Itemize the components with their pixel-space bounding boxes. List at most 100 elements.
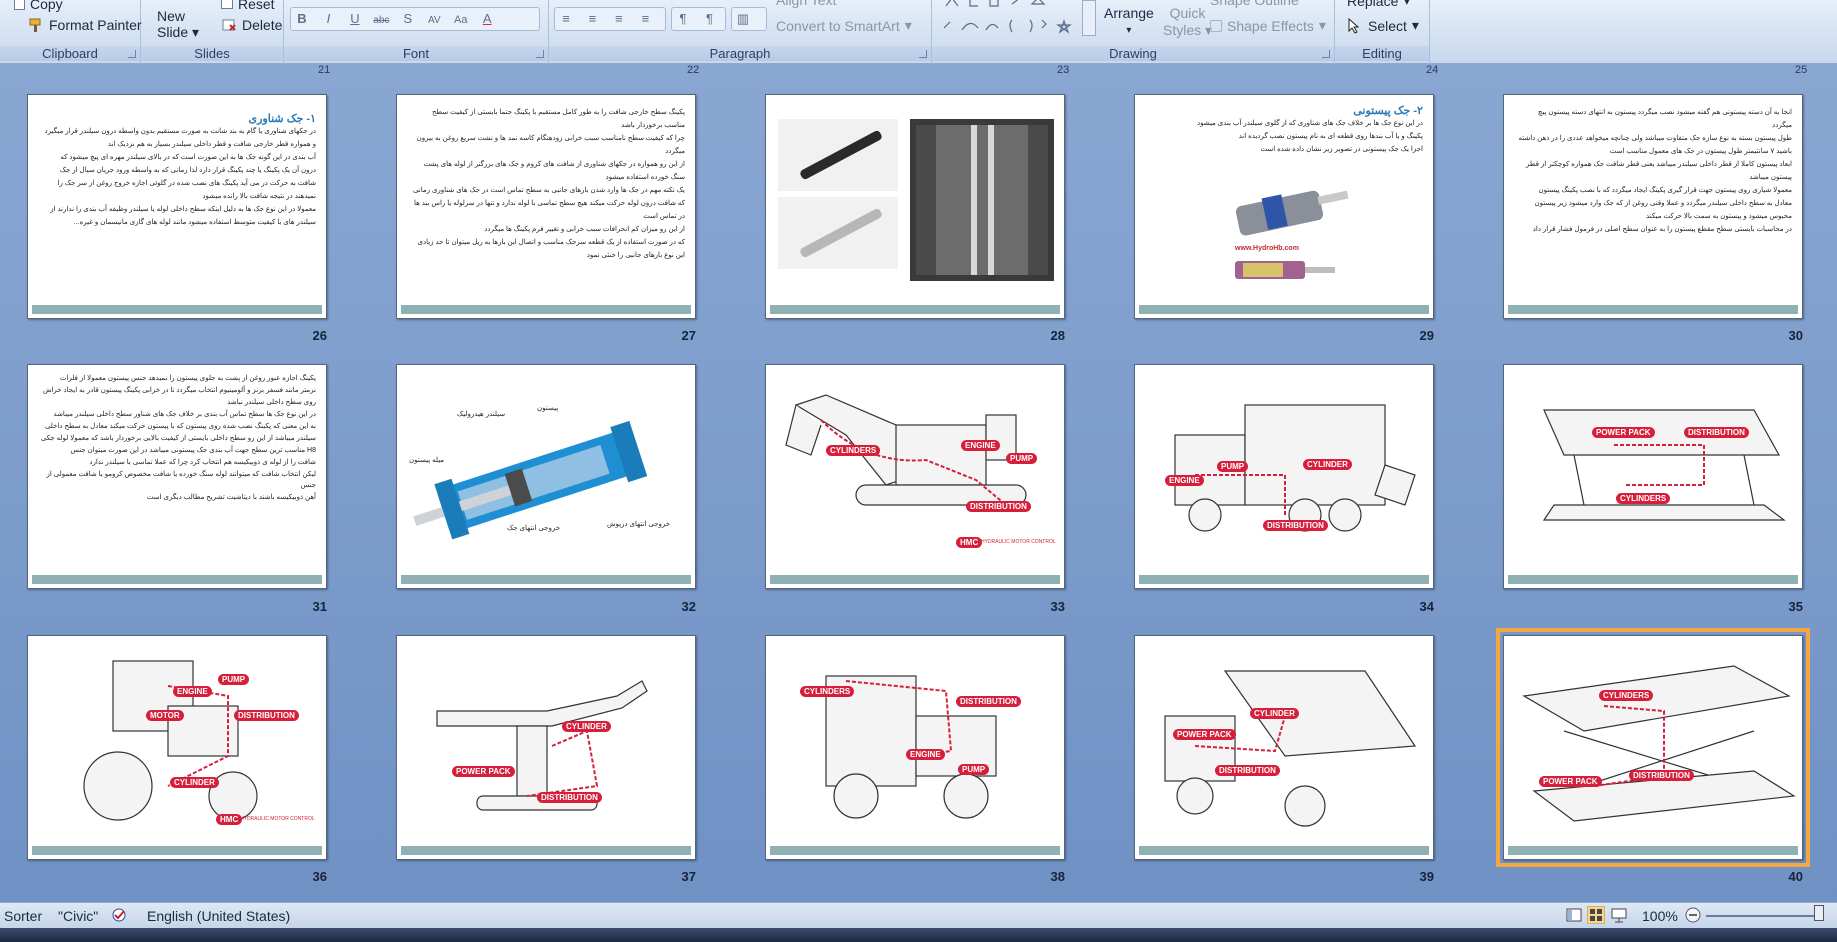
- shape-effects-label: Shape Effects: [1227, 17, 1314, 34]
- slides-group: New Slide ▾ Reset Delete Slides: [141, 0, 284, 64]
- align-center-icon[interactable]: ≡: [581, 8, 603, 30]
- slide-thumbnail[interactable]: CYLINDERS DISTRIBUTION ENGINE PUMP: [765, 635, 1065, 860]
- component-tag: CYLINDERS: [826, 445, 881, 456]
- spell-check-icon[interactable]: [110, 906, 128, 927]
- slide-thumbnail[interactable]: CYLINDERS ENGINE PUMP DISTRIBUTION HMC H…: [765, 364, 1065, 589]
- drawing-launcher-icon[interactable]: [1322, 50, 1330, 58]
- font-launcher-icon[interactable]: [536, 50, 544, 58]
- brush-icon: [28, 17, 44, 33]
- slide-number: 28: [1050, 328, 1065, 343]
- slide-footer-bar: [770, 846, 1060, 855]
- bold-button[interactable]: B: [291, 8, 313, 30]
- slide-number: 29: [1419, 328, 1434, 343]
- new-slide-label-2: Slide ▾: [157, 24, 200, 40]
- align-right-icon[interactable]: ≡: [608, 8, 630, 30]
- tractor-illustration: [83, 660, 258, 821]
- shapes-gallery-icon[interactable]: [942, 0, 1102, 40]
- clipboard-label: Clipboard: [0, 46, 140, 61]
- slide-number-prev: 22: [687, 64, 700, 76]
- component-tag: PUMP: [218, 674, 250, 685]
- slide-thumbnail[interactable]: پکینگ اجازه عبور روغن از پشت به جلوی پیس…: [27, 364, 327, 589]
- slide-thumbnail[interactable]: CYLINDER POWER PACK DISTRIBUTION: [396, 635, 696, 860]
- slide-text: پکینگ اجازه عبور روغن از پشت به جلوی پیس…: [36, 373, 316, 504]
- align-text-button[interactable]: Align Text: [776, 0, 836, 8]
- slide-sorter[interactable]: 21 22 23 24 25 ۱- جک شناوری در جکهای شنا…: [0, 64, 1837, 902]
- slide-line: از این رو میزان کم انحرافات سبب خرابی و …: [484, 226, 685, 233]
- format-painter-button[interactable]: Format Painter: [28, 17, 142, 33]
- new-slide-button[interactable]: New Slide ▾: [157, 8, 199, 40]
- quick-styles-button[interactable]: Quick Styles ▾: [1163, 5, 1212, 39]
- cylinder-diagram: [1235, 190, 1349, 279]
- paragraph-launcher-icon[interactable]: [919, 50, 927, 58]
- shadow-button[interactable]: S: [397, 8, 419, 30]
- convert-smartart-button[interactable]: Convert to SmartArt ▾: [776, 17, 912, 34]
- slide-thumbnail[interactable]: [765, 94, 1065, 319]
- slide-thumbnail[interactable]: ENGINE PUMP MOTOR DISTRIBUTION CYLINDER …: [27, 635, 327, 860]
- slide-thumbnail[interactable]: ۲- جک پیستونی در این نوع جک ها بر خلاف ج…: [1134, 94, 1434, 319]
- italic-button[interactable]: I: [317, 8, 339, 30]
- slide-thumbnail[interactable]: سیلندر هیدرولیک پیستون میله پیستون خروجی…: [396, 364, 696, 589]
- component-tag: CYLINDERS: [1599, 690, 1654, 701]
- ltr-icon[interactable]: ¶: [672, 8, 694, 30]
- change-case-button[interactable]: Aa: [450, 9, 472, 31]
- clipboard-launcher-icon[interactable]: [128, 50, 136, 58]
- strikethrough-button[interactable]: abc: [370, 10, 392, 32]
- slide-thumbnail[interactable]: پکینگ سطح خارجی شافت را به طور کامل مستق…: [396, 94, 696, 319]
- slide-line: در این نوع جک ها بر خلاف جک های شناوری ک…: [1196, 120, 1423, 127]
- slideshow-view-icon[interactable]: [1611, 907, 1627, 926]
- rtl-icon[interactable]: ¶: [698, 8, 720, 30]
- slide-text: انجا به آن دسته پیستونی هم گفته میشود نص…: [1512, 107, 1792, 237]
- zoom-out-icon[interactable]: [1684, 906, 1702, 927]
- slide-photos: [778, 119, 1054, 281]
- slide-line: این نوع بارهای جانبی را خنثی نمود: [586, 252, 685, 259]
- font-group: B I U abc S AV Aa A Font: [284, 0, 549, 64]
- slide-thumbnail[interactable]: POWER PACK DISTRIBUTION CYLINDERS: [1503, 364, 1803, 589]
- component-tag: DISTRIBUTION: [1629, 770, 1694, 781]
- slide-thumbnail[interactable]: انجا به آن دسته پیستونی هم گفته میشود نص…: [1503, 94, 1803, 319]
- quick-styles-label-2: Styles ▾: [1163, 22, 1213, 38]
- underline-button[interactable]: U: [344, 8, 366, 30]
- slide-sorter-view-icon[interactable]: [1586, 905, 1606, 927]
- font-color-button[interactable]: A: [476, 8, 498, 30]
- slide-line: سنگ خورده استفاده میشود: [605, 174, 685, 181]
- slide-line: که در صورت استفاده از یک قطعه سرجک مناسب…: [417, 239, 685, 246]
- slide-line: شافت به حرکت در می آید پکینگ های نصب شده…: [57, 180, 316, 187]
- reset-button[interactable]: Reset: [221, 0, 275, 12]
- ribbon: Copy Format Painter Clipboard New Slide …: [0, 0, 1837, 64]
- replace-label: Replace: [1347, 0, 1399, 9]
- shape-outline-button[interactable]: Shape Outline: [1210, 0, 1299, 8]
- char-spacing-button[interactable]: AV: [423, 10, 445, 32]
- delete-button[interactable]: Delete: [221, 17, 282, 33]
- arrange-button[interactable]: Arrange ▾: [1104, 5, 1154, 39]
- slide-thumbnail-selected[interactable]: CYLINDERS POWER PACK DISTRIBUTION: [1496, 628, 1810, 867]
- slide-line: و همواره قطر خارجی شافت و قطر داخلی سیلن…: [107, 141, 316, 148]
- slide-line: اجزا یک جک پیستونی در تصویر زیر نشان داد…: [1260, 146, 1424, 153]
- slide-footer-bar: [401, 575, 691, 584]
- slide-thumbnail[interactable]: CYLINDER POWER PACK DISTRIBUTION: [1134, 635, 1434, 860]
- slide-number-prev: 23: [1057, 64, 1070, 76]
- zoom-level[interactable]: 100%: [1642, 908, 1678, 924]
- columns-icon[interactable]: ▥: [732, 8, 754, 30]
- replace-button[interactable]: Replace ▾: [1347, 0, 1410, 9]
- slide-line: طول پیستون بسته به نوع سازه جک متفاوت می…: [1518, 135, 1792, 142]
- justify-icon[interactable]: ≡: [634, 8, 656, 30]
- align-left-icon[interactable]: ≡: [555, 8, 577, 30]
- slide-thumbnail[interactable]: ۱- جک شناوری در جکهای شناوری یا گام به ب…: [27, 94, 327, 319]
- language[interactable]: English (United States): [147, 908, 290, 924]
- copy-button[interactable]: Copy: [14, 0, 63, 12]
- normal-view-icon[interactable]: [1566, 907, 1582, 926]
- shapes-scroll[interactable]: [1082, 0, 1096, 36]
- direction-toolbar: ¶ ¶: [671, 7, 726, 31]
- platform-illustration: [1542, 409, 1786, 521]
- component-tag: ENGINE: [906, 749, 945, 760]
- clipboard-group: Copy Format Painter Clipboard: [0, 0, 142, 64]
- shape-effects-button[interactable]: Shape Effects ▾: [1210, 17, 1326, 34]
- slide-thumbnail[interactable]: ENGINE PUMP CYLINDER DISTRIBUTION: [1134, 364, 1434, 589]
- delete-label: Delete: [242, 17, 283, 33]
- zoom-slider-track[interactable]: [1706, 915, 1816, 917]
- select-button[interactable]: Select ▾: [1347, 17, 1419, 34]
- slide-line: میگردد: [665, 148, 685, 155]
- zoom-slider-thumb[interactable]: [1814, 905, 1824, 921]
- component-tag: DISTRIBUTION: [956, 696, 1021, 707]
- component-tag: ENGINE: [1165, 475, 1204, 486]
